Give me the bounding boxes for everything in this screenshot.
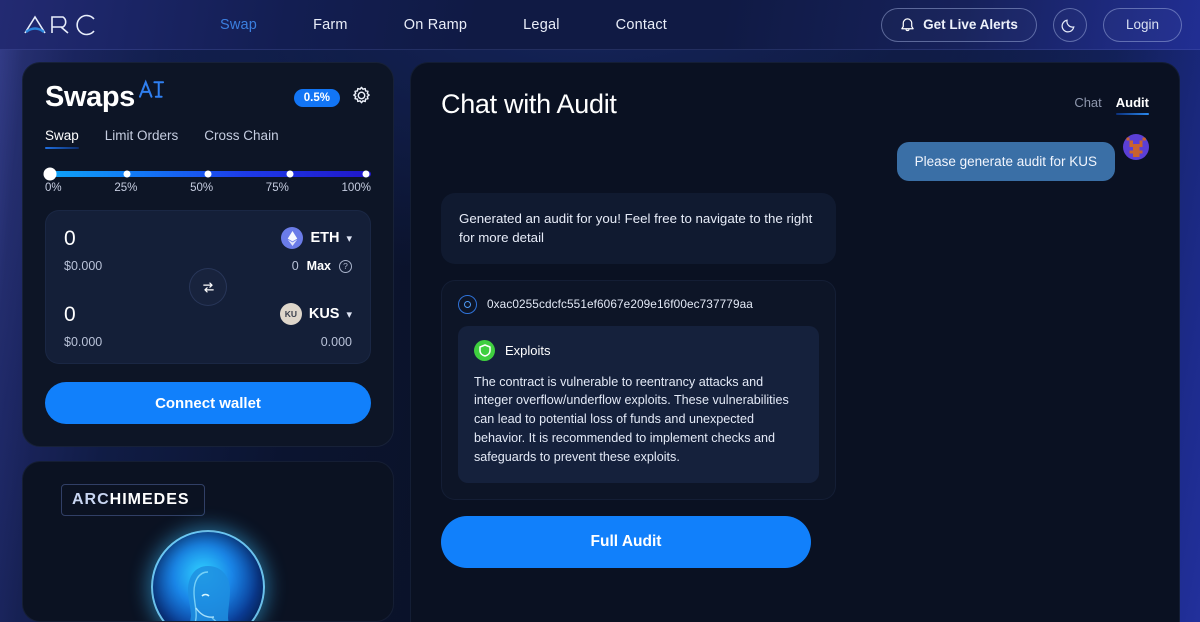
- chat-tabs: Chat Audit: [1074, 95, 1150, 120]
- arc-logo-icon: [24, 14, 95, 35]
- archimedes-logo: ARC HIMEDES: [61, 484, 205, 516]
- to-balance: 0.000: [320, 335, 352, 349]
- swap-direction-button[interactable]: [189, 268, 227, 306]
- from-token-selector[interactable]: ETH ▾: [281, 227, 352, 249]
- shield-check-icon: [474, 339, 495, 361]
- message-list: Please generate audit for KUS Generated …: [441, 134, 1149, 568]
- contract-address: 0xac0255cdcfc551ef6067e209e16f00ec737779…: [487, 297, 753, 312]
- chevron-down-icon: ▾: [346, 232, 352, 245]
- archimedes-logo-part2: HIMEDES: [109, 491, 190, 508]
- tab-cross-chain[interactable]: Cross Chain: [204, 128, 278, 149]
- chat-panel: Chat with Audit Chat Audit Please genera…: [410, 62, 1180, 622]
- gear-icon[interactable]: [352, 86, 371, 110]
- nav-item-contact[interactable]: Contact: [616, 17, 667, 33]
- to-token-symbol: KUS: [308, 306, 340, 322]
- percent-slider[interactable]: 0% 25% 50% 75% 100%: [43, 167, 371, 194]
- moon-icon: [1061, 19, 1075, 33]
- theme-toggle-button[interactable]: [1052, 7, 1087, 42]
- chevron-down-icon: ▾: [346, 308, 352, 321]
- token-circle-icon: [458, 294, 477, 314]
- main-nav: Swap Farm On Ramp Legal Contact: [220, 17, 667, 33]
- page-title: Chat with Audit: [441, 89, 617, 119]
- page-content: Swaps 0.5% Swap Limit Orders Cross Chain…: [0, 50, 1200, 622]
- archimedes-logo-part1: ARC: [72, 491, 110, 508]
- slider-labels: 0% 25% 50% 75% 100%: [45, 182, 371, 194]
- slippage-badge[interactable]: 0.5%: [293, 88, 340, 107]
- header-actions: Get Live Alerts Login: [881, 7, 1182, 42]
- get-live-alerts-button[interactable]: Get Live Alerts: [881, 7, 1037, 42]
- bot-message-text: Generated an audit for you! Feel free to…: [459, 211, 813, 246]
- connect-wallet-button[interactable]: Connect wallet: [45, 382, 371, 424]
- tab-swap[interactable]: Swap: [45, 128, 79, 149]
- slider-tick-100[interactable]: [362, 170, 370, 178]
- top-navbar: Swap Farm On Ramp Legal Contact Get Live…: [0, 0, 1200, 50]
- ethereum-icon: [281, 227, 304, 249]
- slider-label-0: 0%: [45, 182, 62, 194]
- slider-tick-75[interactable]: [286, 170, 293, 178]
- from-token-area: ETH ▾ 0 Max ?: [281, 227, 352, 273]
- kus-token-icon-text: KU: [284, 309, 297, 319]
- user-message-row: Please generate audit for KUS: [441, 134, 1149, 181]
- left-column: Swaps 0.5% Swap Limit Orders Cross Chain…: [22, 62, 394, 622]
- chat-header: Chat with Audit Chat Audit: [441, 89, 1150, 120]
- to-balance-row: 0.000: [280, 335, 352, 349]
- slider-tick-25[interactable]: [123, 170, 130, 178]
- nav-item-on-ramp[interactable]: On Ramp: [404, 17, 467, 33]
- swap-tabs: Swap Limit Orders Cross Chain: [45, 128, 371, 149]
- slider-handle[interactable]: [43, 167, 57, 181]
- ai-logo-icon: [138, 75, 165, 108]
- tab-limit-orders[interactable]: Limit Orders: [105, 128, 179, 149]
- slider-track[interactable]: [43, 167, 371, 181]
- user-message-bubble: Please generate audit for KUS: [896, 142, 1115, 181]
- from-balance: 0: [291, 259, 299, 273]
- contract-address-row[interactable]: 0xac0255cdcfc551ef6067e209e16f00ec737779…: [458, 294, 819, 314]
- full-audit-button[interactable]: Full Audit: [441, 515, 811, 568]
- archimedes-bust-wrap: [23, 530, 393, 621]
- audit-result-card: 0xac0255cdcfc551ef6067e209e16f00ec737779…: [441, 279, 836, 500]
- nav-item-swap[interactable]: Swap: [220, 17, 257, 33]
- user-blockie-avatar[interactable]: [1123, 134, 1149, 160]
- exploits-title: Exploits: [505, 342, 551, 358]
- swap-title-text: Swaps: [45, 81, 135, 113]
- swap-card: Swaps 0.5% Swap Limit Orders Cross Chain…: [22, 62, 394, 447]
- max-button[interactable]: Max: [307, 259, 331, 273]
- archimedes-promo-card[interactable]: ARC HIMEDES: [22, 461, 394, 622]
- from-token-symbol: ETH: [310, 230, 340, 246]
- slider-label-50: 50%: [190, 182, 214, 194]
- swap-header-actions: 0.5%: [293, 86, 371, 110]
- nav-item-farm[interactable]: Farm: [313, 17, 348, 33]
- slider-label-75: 75%: [265, 182, 289, 194]
- swap-card-header: Swaps 0.5%: [45, 79, 371, 114]
- to-token-selector[interactable]: KU KUS ▾: [279, 303, 352, 325]
- tab-chat[interactable]: Chat: [1074, 95, 1101, 115]
- swap-inputs: 0 $0.000 ETH ▾ 0 Max ? 0 $0.000 KU KUS ▾…: [45, 210, 371, 364]
- arc-logo[interactable]: [22, 12, 100, 38]
- app-root: Swap Farm On Ramp Legal Contact Get Live…: [0, 0, 1200, 622]
- question-icon[interactable]: ?: [339, 259, 352, 273]
- exploits-section: Exploits The contract is vulnerable to r…: [458, 325, 819, 483]
- exploits-body: The contract is vulnerable to reentrancy…: [474, 374, 789, 465]
- login-label: Login: [1125, 17, 1159, 32]
- swap-title: Swaps: [45, 79, 165, 114]
- nav-item-legal[interactable]: Legal: [523, 17, 559, 33]
- exploits-header: Exploits: [474, 339, 803, 361]
- to-token-area: KU KUS ▾ 0.000: [279, 303, 352, 349]
- from-balance-row: 0 Max ?: [281, 259, 352, 273]
- login-button[interactable]: Login: [1102, 7, 1182, 42]
- swap-arrows-icon: [202, 281, 214, 293]
- kus-token-icon: KU: [279, 303, 302, 325]
- slider-label-100: 100%: [341, 182, 371, 194]
- get-live-alerts-label: Get Live Alerts: [923, 17, 1018, 32]
- bot-message-bubble: Generated an audit for you! Feel free to…: [441, 193, 836, 264]
- slider-label-25: 25%: [114, 182, 138, 194]
- archimedes-bust-image: [151, 530, 265, 621]
- slider-tick-50[interactable]: [204, 170, 212, 178]
- bell-icon: [901, 17, 914, 31]
- tab-audit[interactable]: Audit: [1115, 95, 1150, 115]
